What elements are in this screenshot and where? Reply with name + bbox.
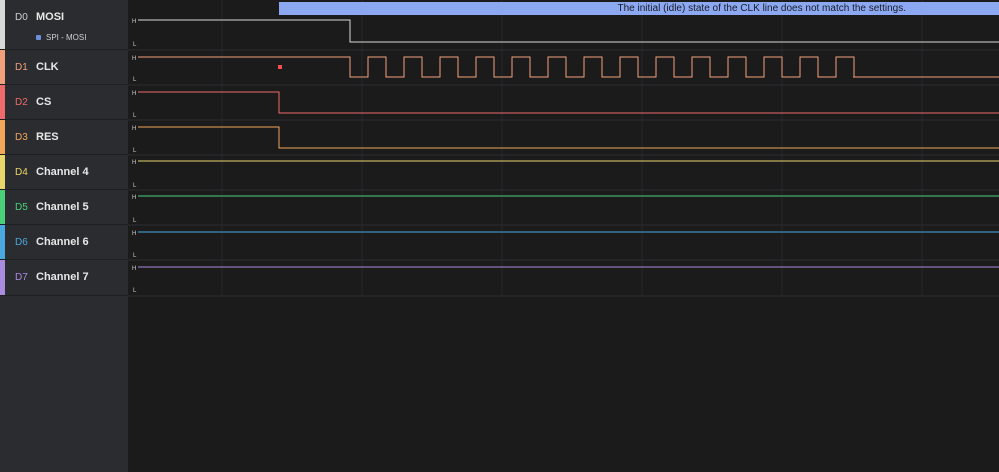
- waveform-canvas[interactable]: HLHLHLHLHLHLHLHL: [128, 0, 999, 472]
- channel-id: D6: [15, 237, 28, 248]
- channel-row-d2[interactable]: D2 CS: [0, 85, 128, 120]
- channel-id: D0: [15, 12, 28, 23]
- high-level-label: H: [132, 266, 136, 272]
- low-level-label: L: [133, 288, 137, 294]
- channel-id: D3: [15, 132, 28, 143]
- error-marker: [278, 65, 282, 69]
- channel-name[interactable]: MOSI: [36, 11, 64, 23]
- analyzer-label: SPI - MOSI: [46, 33, 87, 42]
- low-level-label: L: [133, 183, 137, 189]
- channel-id: D1: [15, 62, 28, 73]
- high-level-label: H: [132, 19, 136, 25]
- high-level-label: H: [132, 195, 136, 201]
- low-level-label: L: [133, 77, 137, 83]
- channel-name[interactable]: Channel 7: [36, 271, 89, 283]
- channel-row-d0[interactable]: D0 MOSI SPI - MOSI: [0, 0, 128, 50]
- waveform-cs: [138, 91, 999, 114]
- high-level-label: H: [132, 160, 136, 166]
- channel-id: D2: [15, 97, 28, 108]
- channel-name[interactable]: Channel 4: [36, 166, 89, 178]
- error-banner[interactable]: The initial (idle) state of the CLK line…: [279, 2, 999, 15]
- low-level-label: L: [133, 148, 137, 154]
- high-level-label: H: [132, 91, 136, 97]
- channel-row-d5[interactable]: D5 Channel 5: [0, 190, 128, 225]
- low-level-label: L: [133, 113, 137, 119]
- channel-row-d4[interactable]: D4 Channel 4: [0, 155, 128, 190]
- channel-id: D7: [15, 272, 28, 283]
- waveform-mosi: [138, 19, 999, 43]
- channel-color-strip: [0, 0, 5, 49]
- low-level-label: L: [133, 218, 137, 224]
- waveform-area[interactable]: HLHLHLHLHLHLHLHL The initial (idle) stat…: [128, 0, 999, 472]
- waveform-res: [138, 126, 999, 149]
- channel-row-d6[interactable]: D6 Channel 6: [0, 225, 128, 260]
- channel-color-strip: [0, 120, 5, 154]
- low-level-label: L: [133, 42, 137, 48]
- channel-color-strip: [0, 155, 5, 189]
- channel-name[interactable]: Channel 5: [36, 201, 89, 213]
- channel-list-panel: D0 MOSI SPI - MOSI D1 CLK D2 CS D3 RES D4 Channel …: [0, 0, 128, 472]
- channel-id: D5: [15, 202, 28, 213]
- channel-name[interactable]: RES: [36, 131, 59, 143]
- high-level-label: H: [132, 56, 136, 62]
- channel-color-strip: [0, 225, 5, 259]
- low-level-label: L: [133, 253, 137, 259]
- channel-name[interactable]: CS: [36, 96, 51, 108]
- channel-color-strip: [0, 85, 5, 119]
- channel-name[interactable]: Channel 6: [36, 236, 89, 248]
- waveform-clk: [138, 56, 999, 78]
- high-level-label: H: [132, 126, 136, 132]
- channel-row-d3[interactable]: D3 RES: [0, 120, 128, 155]
- channel-id: D4: [15, 167, 28, 178]
- high-level-label: H: [132, 231, 136, 237]
- channel-color-strip: [0, 190, 5, 224]
- channel-color-strip: [0, 50, 5, 84]
- analyzer-tag[interactable]: SPI - MOSI: [36, 33, 86, 42]
- analyzer-color-icon: [36, 35, 41, 41]
- channel-row-d1[interactable]: D1 CLK: [0, 50, 128, 85]
- channel-row-d7[interactable]: D7 Channel 7: [0, 260, 128, 296]
- channel-color-strip: [0, 260, 5, 295]
- channel-name[interactable]: CLK: [36, 61, 59, 73]
